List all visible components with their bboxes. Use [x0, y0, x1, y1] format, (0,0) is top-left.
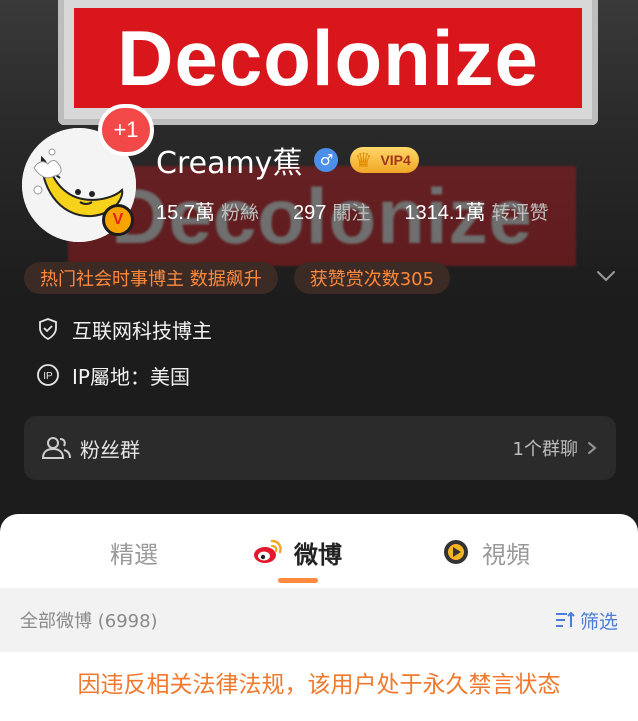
weibo-logo-icon	[254, 539, 282, 563]
verified-letter: V	[112, 211, 124, 228]
ip-location-text: IP屬地：美国	[72, 364, 190, 389]
stat-number: 297	[292, 202, 327, 224]
new-post-badge: +1	[98, 104, 154, 156]
profile-name-row: Creamy蕉 ♂ ♛ VIP4	[156, 140, 419, 181]
video-play-icon	[444, 540, 468, 564]
profile-stats: 15.7萬 粉絲 297 關注 1314.1萬 转评赞	[156, 196, 583, 225]
filter-label: 筛选	[579, 610, 618, 633]
tab-featured[interactable]: 精選	[110, 536, 158, 569]
stat-label: 粉絲	[220, 202, 259, 224]
vip-level-label: VIP4	[380, 152, 411, 168]
stat-following[interactable]: 297 關注	[293, 198, 370, 225]
group-people-icon	[41, 437, 71, 459]
info-category: 互联网科技博主	[36, 314, 212, 344]
content-sheet: 精選 微博 視頻 全部微博 (6998) 筛选 因违反相关法律法规，该用户处于永…	[0, 514, 638, 721]
filter-button[interactable]: 筛选	[554, 607, 618, 634]
male-gender-icon: ♂	[314, 148, 339, 172]
content-tabs: 精選 微博 視頻	[0, 514, 638, 588]
stat-label: 關注	[332, 202, 371, 224]
tab-videos[interactable]: 視頻	[440, 536, 530, 569]
svg-text:IP: IP	[43, 371, 53, 382]
fan-group-card[interactable]: 粉丝群 1个群聊	[24, 416, 616, 480]
filter-bar: 全部微博 (6998) 筛选	[0, 588, 638, 652]
verified-badge-icon: V	[102, 204, 134, 236]
tab-label: 微博	[294, 540, 342, 569]
cover-red-panel: Decolonize	[74, 8, 582, 108]
ban-notice: 因违反相关法律法规，该用户处于永久禁言状态	[77, 672, 561, 698]
chevron-right-icon	[588, 442, 597, 454]
active-tab-indicator	[278, 578, 318, 583]
shield-check-icon	[39, 318, 57, 341]
fan-group-count: 1个群聊	[512, 439, 578, 460]
profile-name: Creamy蕉	[156, 146, 303, 181]
info-ip: IP IP屬地：美国	[36, 360, 190, 390]
filter-sort-icon	[555, 611, 575, 627]
tag-hot-blogger[interactable]: 热门社会时事博主 数据飙升	[24, 262, 278, 294]
cover-banner-text: Decolonize	[117, 13, 539, 102]
new-post-badge-text: +1	[113, 117, 139, 142]
tab-label: 精選	[110, 540, 158, 569]
category-text: 互联网科技博主	[72, 318, 212, 343]
ip-location-icon: IP	[37, 364, 59, 386]
stat-interactions[interactable]: 1314.1萬 转评赞	[404, 196, 548, 225]
stat-label: 转评赞	[491, 202, 549, 224]
tag-reward-count[interactable]: 获赞赏次数305	[293, 262, 451, 294]
hot-tags: 热门社会时事博主 数据飙升 获赞赏次数305	[24, 262, 466, 294]
tab-weibo[interactable]: 微博	[252, 536, 342, 569]
vip-badge[interactable]: ♛ VIP4	[350, 147, 419, 173]
tab-label: 視頻	[482, 540, 530, 569]
crown-icon: ♛	[354, 148, 373, 172]
fan-group-title: 粉丝群	[80, 437, 140, 462]
stat-number: 1314.1萬	[404, 202, 486, 224]
stat-number: 15.7萬	[156, 202, 215, 224]
stat-followers[interactable]: 15.7萬 粉絲	[156, 196, 259, 225]
all-posts-count: 全部微博 (6998)	[20, 611, 158, 632]
chevron-down-icon[interactable]	[594, 264, 618, 288]
